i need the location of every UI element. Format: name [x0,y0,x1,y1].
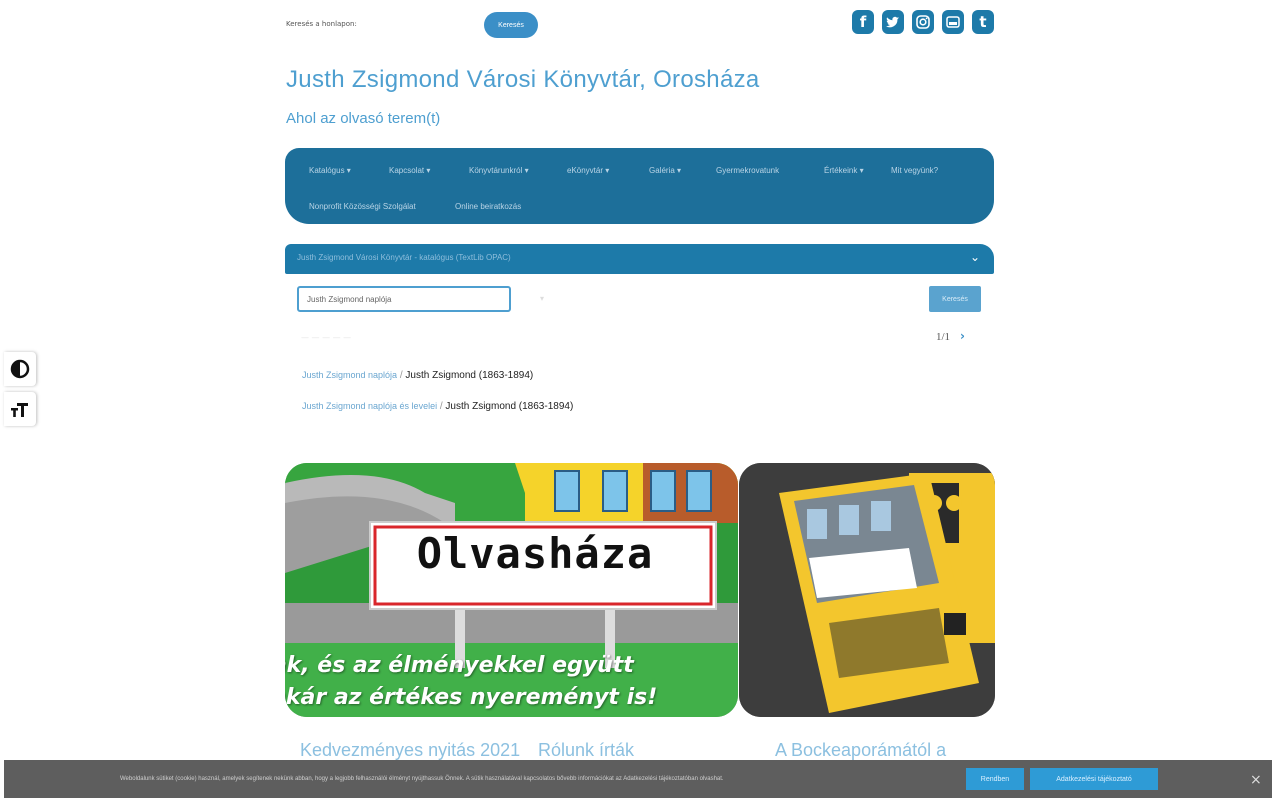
chevron-right-icon[interactable]: › [960,329,965,343]
tumblr-icon[interactable]: t [972,10,994,34]
instagram-icon[interactable] [912,10,934,34]
chevron-down-icon[interactable]: ⌄ [970,250,980,264]
nav-item-ekonyvtar[interactable]: eKönyvtár ▾ [567,166,609,175]
news-teaser[interactable]: A Bockeaporámától a [775,740,946,761]
list-item[interactable]: Justh Zsigmond naplója / Justh Zsigmond … [302,370,533,381]
catalog-search-input[interactable] [297,286,511,312]
banner-illustration [285,463,738,717]
nav-item-ertekeink[interactable]: Értékeink ▾ [824,166,864,175]
banner-olvashaza[interactable]: Olvasháza nk, és az élményekkel együtt a… [285,463,738,717]
banner-slogan-line1: nk, és az élményekkel együtt [285,653,634,678]
cookie-accept-button[interactable]: Rendben [966,768,1024,790]
site-title[interactable]: Justh Zsigmond Városi Könyvtár, Orosháza [286,66,760,94]
poster-photo [739,463,995,717]
list-item[interactable]: Justh Zsigmond naplója és levelei / Just… [302,401,573,412]
nav-item-kozossegi-szolgalat[interactable]: Nonprofit Közösségi Szolgálat [309,202,416,211]
twitter-icon[interactable] [882,10,904,34]
site-search-label: Keresés a honlapon: [286,20,357,28]
catalog-header-title: Justh Zsigmond Városi Könyvtár - katalóg… [297,253,511,262]
banner-posters[interactable] [739,463,995,717]
catalog-search-button[interactable]: Keresés [929,286,981,312]
cookie-text: Weboldalunk sütiket (cookie) használ, am… [120,776,724,782]
nav-item-online-beiratkozas[interactable]: Online beiratkozás [455,202,521,211]
news-teaser[interactable]: Rólunk írták [538,740,634,761]
pager-count: 1/1 [936,331,951,343]
nav-item-gyermekrovat[interactable]: Gyermekrovatunk [716,166,779,175]
result-title[interactable]: Justh Zsigmond naplója [302,370,397,380]
site-subtitle: Ahol az olvasó terem(t) [286,110,441,127]
result-separator: / [399,370,403,381]
result-author: Justh Zsigmond (1863-1894) [445,401,574,412]
facebook-icon[interactable]: f [852,10,874,34]
result-title[interactable]: Justh Zsigmond naplója és levelei [302,401,437,411]
nav-item-kapcsolat[interactable]: Kapcsolat ▾ [389,166,430,175]
nav-item-mit-vegyunk[interactable]: Mit vegyünk? [891,166,938,175]
results-summary: — — — — — [301,333,352,342]
close-icon[interactable]: × [1250,772,1262,788]
result-separator: / [439,401,443,412]
result-author: Justh Zsigmond (1863-1894) [405,370,534,381]
site-search-button[interactable]: Keresés [484,12,538,38]
banner-slogan-line2: akár az értékes nyereményt is! [285,685,658,710]
search-field-select[interactable]: ▾ [540,294,544,303]
news-teaser[interactable]: Kedvezményes nyitás 2021 [300,740,520,761]
youtube-icon[interactable] [942,10,964,34]
contrast-icon[interactable] [4,352,36,386]
banner-sign: Olvasháza [416,529,654,578]
main-nav: Katalógus ▾ Kapcsolat ▾ Könyvtárunkról ▾… [285,148,994,224]
nav-item-konyvtarunkrol[interactable]: Könyvtárunkról ▾ [469,166,529,175]
text-size-icon[interactable] [4,392,36,426]
cookie-policy-button[interactable]: Adatkezelési tájékoztató [1030,768,1158,790]
site-search-input[interactable] [384,18,476,34]
nav-item-katalogus[interactable]: Katalógus ▾ [309,166,351,175]
nav-item-galeria[interactable]: Galéria ▾ [649,166,681,175]
